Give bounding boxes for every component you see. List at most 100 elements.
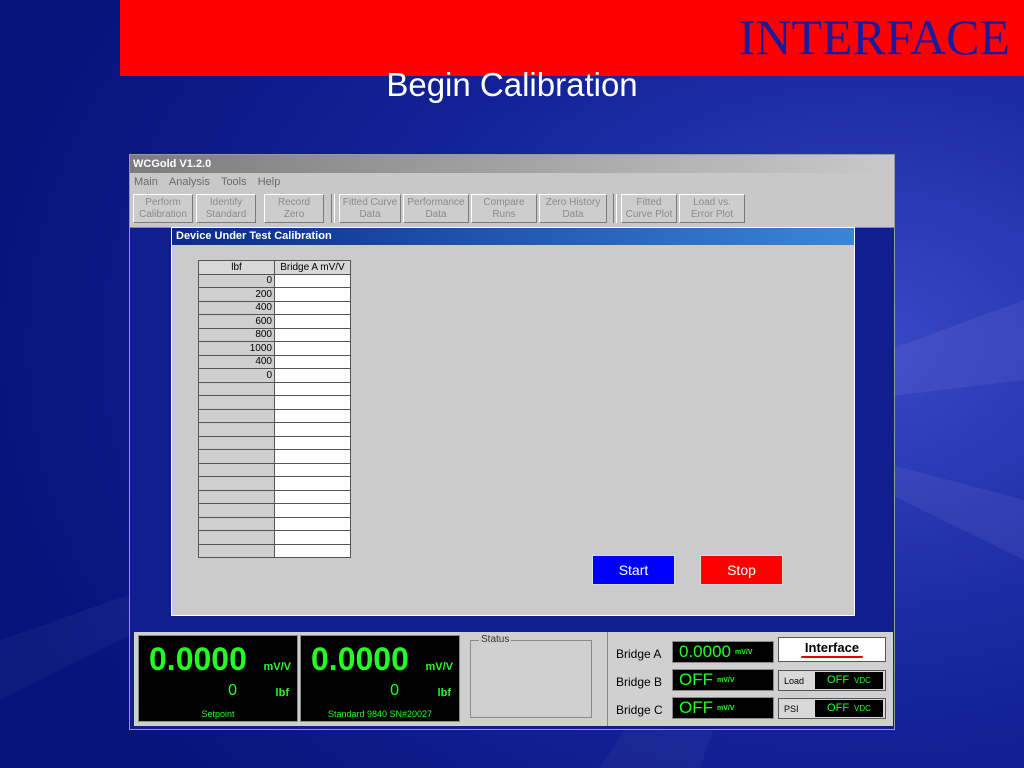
lbf-cell <box>198 449 275 464</box>
dialog-title: Device Under Test Calibration <box>172 228 854 245</box>
menu-main[interactable]: Main <box>134 176 158 188</box>
bridge-a-cell[interactable] <box>274 503 351 518</box>
bridge-a-label: Bridge A <box>616 647 662 661</box>
menu-tools[interactable]: Tools <box>221 176 247 188</box>
bridge-a-cell[interactable] <box>274 543 351 558</box>
bridge-a-cell[interactable] <box>274 422 351 437</box>
bridge-a-cell[interactable] <box>274 462 351 477</box>
lbf-cell <box>198 476 275 491</box>
window-title: WCGold V1.2.0 <box>130 155 894 173</box>
table-row: 200 <box>198 287 351 302</box>
table-row <box>198 462 351 477</box>
lbf-cell: 400 <box>198 354 275 369</box>
bridge-a-cell[interactable] <box>274 327 351 342</box>
lbf-cell <box>198 503 275 518</box>
lbf-cell <box>198 516 275 531</box>
table-row <box>198 381 351 396</box>
table-row: 0 <box>198 368 351 383</box>
table-row <box>198 435 351 450</box>
toolbar-separator <box>331 194 335 223</box>
load-readout: Load OFF VDC <box>778 670 886 691</box>
bridge-a-cell[interactable] <box>274 408 351 423</box>
bridge-a-cell[interactable] <box>274 381 351 396</box>
lbf-cell: 1000 <box>198 341 275 356</box>
bridge-b-label: Bridge B <box>616 675 663 689</box>
lbf-cell: 800 <box>198 327 275 342</box>
performance-data-button[interactable]: Performance Data <box>403 194 469 223</box>
brand-logo-text: INTERFACE <box>738 9 1010 65</box>
lbf-cell <box>198 408 275 423</box>
bridge-a-cell[interactable] <box>274 516 351 531</box>
standard-caption: Standard 9840 SN#20027 <box>327 709 433 719</box>
bridge-a-cell[interactable] <box>274 489 351 504</box>
menu-analysis[interactable]: Analysis <box>169 176 210 188</box>
fitted-curve-plot-button[interactable]: Fitted Curve Plot <box>621 194 677 223</box>
bridge-a-cell[interactable] <box>274 449 351 464</box>
bridge-b-readout: OFF mV/V <box>672 669 774 691</box>
table-row <box>198 503 351 518</box>
table-row: 1000 <box>198 341 351 356</box>
table-row <box>198 489 351 504</box>
setpoint-value: 0.0000 <box>149 641 247 677</box>
table-row <box>198 543 351 558</box>
lbf-cell <box>198 435 275 450</box>
table-row: 400 <box>198 300 351 315</box>
lbf-cell <box>198 530 275 545</box>
bridge-a-cell[interactable] <box>274 395 351 410</box>
bridge-a-cell[interactable] <box>274 354 351 369</box>
status-panel: 0.0000 mV/V 0 lbf Setpoint 0.0000 mV/V 0… <box>134 632 893 726</box>
calibration-dialog: Device Under Test Calibration lbf Bridge… <box>171 227 855 616</box>
load-vs-error-plot-button[interactable]: Load vs. Error Plot <box>679 194 745 223</box>
table-row <box>198 395 351 410</box>
toolbar-separator <box>613 194 617 223</box>
lbf-cell: 400 <box>198 300 275 315</box>
lbf-cell <box>198 381 275 396</box>
compare-runs-button[interactable]: Compare Runs <box>471 194 537 223</box>
table-row <box>198 422 351 437</box>
identify-standard-button[interactable]: Identify Standard <box>196 194 256 223</box>
menu-help[interactable]: Help <box>258 176 281 188</box>
setpoint-unit: mV/V <box>263 661 291 673</box>
table-row <box>198 408 351 423</box>
perform-calibration-button[interactable]: Perform Calibration <box>133 194 193 223</box>
standard-load-unit: lbf <box>437 687 451 699</box>
lbf-cell <box>198 462 275 477</box>
standard-readout: 0.0000 mV/V 0 lbf Standard 9840 SN#20027 <box>300 635 460 722</box>
zero-history-data-button[interactable]: Zero History Data <box>539 194 607 223</box>
slide-title: Begin Calibration <box>386 66 638 103</box>
bridge-panel: Bridge A 0.0000 mV/V Bridge B OFF mV/V Bri… <box>607 632 893 726</box>
brand-bar: INTERFACE <box>120 0 1024 76</box>
column-header-lbf: lbf <box>198 260 275 275</box>
app-window: WCGold V1.2.0 Main Analysis Tools Help P… <box>129 154 895 730</box>
table-row: 600 <box>198 314 351 329</box>
lbf-cell <box>198 543 275 558</box>
bridge-a-cell[interactable] <box>274 287 351 302</box>
stop-button[interactable]: Stop <box>700 555 783 585</box>
bridge-a-cell[interactable] <box>274 435 351 450</box>
setpoint-caption: Setpoint <box>201 709 235 719</box>
table-row: 400 <box>198 354 351 369</box>
setpoint-readout: 0.0000 mV/V 0 lbf Setpoint <box>138 635 298 722</box>
column-header-bridge-a: Bridge A mV/V <box>274 260 351 275</box>
bridge-a-cell[interactable] <box>274 341 351 356</box>
logo-swoosh-icon <box>801 656 863 658</box>
standard-load: 0 <box>390 682 399 699</box>
lbf-cell: 600 <box>198 314 275 329</box>
bridge-a-cell[interactable] <box>274 476 351 491</box>
standard-value: 0.0000 <box>311 641 409 677</box>
bridge-a-cell[interactable] <box>274 273 351 288</box>
bridge-a-cell[interactable] <box>274 368 351 383</box>
fitted-curve-data-button[interactable]: Fitted Curve Data <box>339 194 401 223</box>
toolbar: Perform Calibration Identify Standard Reco… <box>130 191 894 228</box>
bridge-a-cell[interactable] <box>274 530 351 545</box>
table-row <box>198 476 351 491</box>
lbf-cell: 200 <box>198 287 275 302</box>
table-row: 0 <box>198 273 351 288</box>
bridge-c-label: Bridge C <box>616 703 663 717</box>
bridge-a-cell[interactable] <box>274 314 351 329</box>
table-row <box>198 449 351 464</box>
status-label: Status <box>479 634 512 645</box>
start-button[interactable]: Start <box>592 555 675 585</box>
bridge-a-cell[interactable] <box>274 300 351 315</box>
record-zero-button[interactable]: Record Zero <box>264 194 324 223</box>
